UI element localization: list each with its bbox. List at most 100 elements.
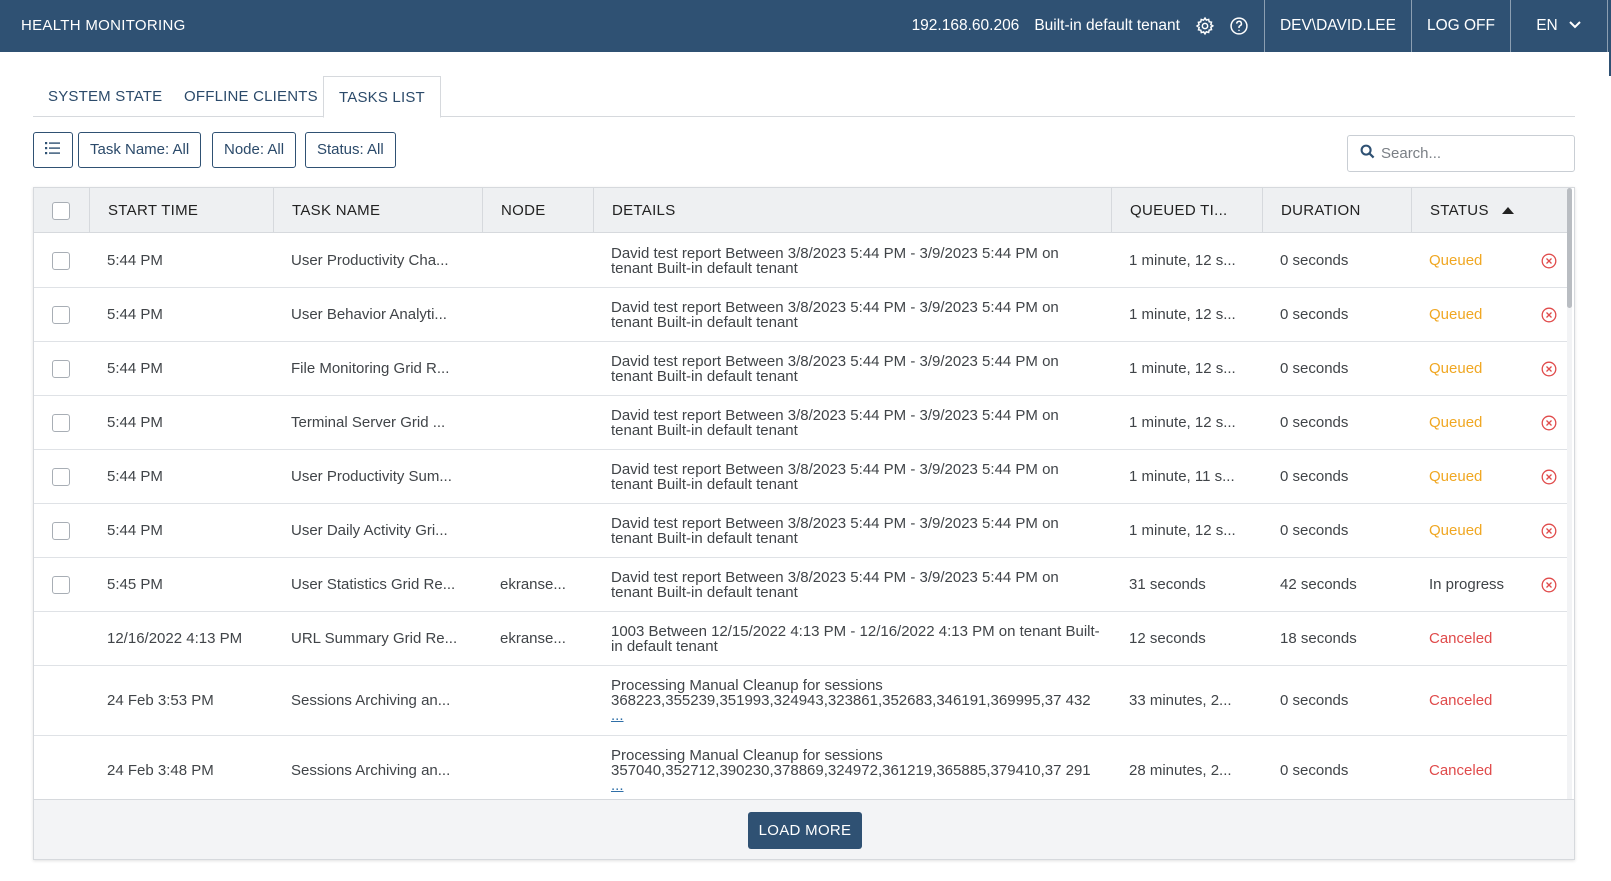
table-row[interactable]: 5:44 PM User Behavior Analyti... David tes… xyxy=(34,288,1569,342)
start-time-cell: 5:44 PM xyxy=(107,450,272,503)
queued-time-cell-text: 1 minute, 12 s... xyxy=(1129,360,1236,377)
column-chooser-button[interactable] xyxy=(33,132,73,168)
tenant-name: Built-in default tenant xyxy=(1034,17,1180,34)
status-cell: Queued xyxy=(1429,396,1539,449)
node-cell xyxy=(500,396,588,449)
duration-cell-text: 0 seconds xyxy=(1280,468,1349,485)
start-time-cell: 5:44 PM xyxy=(107,504,272,557)
app-title: HEALTH MONITORING xyxy=(21,17,186,34)
queued-time-cell-text: 1 minute, 12 s... xyxy=(1129,414,1236,431)
node-cell xyxy=(500,288,588,341)
logoff-button[interactable]: LOG OFF xyxy=(1412,0,1510,52)
top-right-area: 192.168.60.206 Built-in default tenant D… xyxy=(912,0,1611,52)
table-row[interactable]: 5:44 PM User Productivity Sum... David tes… xyxy=(34,450,1569,504)
row-checkbox-cell xyxy=(52,342,82,395)
row-checkbox[interactable] xyxy=(52,575,70,594)
table-row[interactable]: 5:44 PM Terminal Server Grid ... David tes… xyxy=(34,396,1569,450)
tab-system-state[interactable]: SYSTEM STATE xyxy=(48,76,162,117)
status-filter[interactable]: Status: All xyxy=(305,132,396,168)
table-row[interactable]: 5:45 PM User Statistics Grid Re... ekranse… xyxy=(34,558,1569,612)
tab-tasks-list[interactable]: TASKS LIST xyxy=(323,76,441,118)
duration-cell-text: 0 seconds xyxy=(1280,306,1349,323)
node-cell: ekranse... xyxy=(500,612,588,665)
language-label: EN xyxy=(1536,17,1558,34)
node-cell xyxy=(500,342,588,395)
row-checkbox[interactable] xyxy=(52,467,70,486)
column-queued-time[interactable]: QUEUED TI... xyxy=(1111,188,1262,233)
queued-time-cell: 1 minute, 12 s... xyxy=(1129,504,1257,557)
table-row[interactable]: 5:44 PM File Monitoring Grid R... David te… xyxy=(34,342,1569,396)
cancel-task-icon[interactable] xyxy=(1541,342,1559,395)
status-cell-text: Queued xyxy=(1429,252,1483,269)
row-checkbox[interactable] xyxy=(52,251,70,270)
cancel-task-icon[interactable] xyxy=(1541,234,1559,287)
help-icon[interactable] xyxy=(1228,15,1250,37)
task-name-cell: User Productivity Sum... xyxy=(291,450,476,503)
start-time-cell-text: 5:44 PM xyxy=(107,360,163,377)
details-text: Processing Manual Cleanup for sessions 3… xyxy=(611,678,1101,723)
start-time-cell: 5:44 PM xyxy=(107,396,272,449)
cancel-task-icon[interactable] xyxy=(1541,396,1559,449)
status-cell: In progress xyxy=(1429,558,1539,611)
status-cell-text: Queued xyxy=(1429,522,1483,539)
scrollbar-thumb[interactable] xyxy=(1567,188,1572,308)
duration-cell-text: 42 seconds xyxy=(1280,576,1357,593)
column-node[interactable]: NODE xyxy=(482,188,593,233)
queued-time-cell-text: 31 seconds xyxy=(1129,576,1206,593)
row-checkbox[interactable] xyxy=(52,413,70,432)
column-start-time[interactable]: START TIME xyxy=(89,188,273,233)
status-cell: Queued xyxy=(1429,342,1539,395)
table-header: START TIME TASK NAME NODE DETAILS QUEUED… xyxy=(34,188,1569,233)
search-input[interactable] xyxy=(1381,145,1561,162)
table-row[interactable]: 12/16/2022 4:13 PM URL Summary Grid Re...… xyxy=(34,612,1569,666)
duration-cell: 0 seconds xyxy=(1280,396,1405,449)
details-more-link[interactable]: ... xyxy=(611,707,624,724)
load-more-button[interactable]: LOAD MORE xyxy=(748,812,862,849)
row-checkbox[interactable] xyxy=(52,305,70,324)
duration-cell: 0 seconds xyxy=(1280,342,1405,395)
search-box[interactable] xyxy=(1347,135,1575,172)
details-more-link[interactable]: ... xyxy=(611,777,624,794)
start-time-cell-text: 12/16/2022 4:13 PM xyxy=(107,630,243,647)
cancel-task-icon[interactable] xyxy=(1541,504,1559,557)
row-checkbox[interactable] xyxy=(52,359,70,378)
status-cell: Queued xyxy=(1429,450,1539,503)
details-text-content: David test report Between 3/8/2023 5:44 … xyxy=(611,406,1059,439)
language-selector[interactable]: EN xyxy=(1511,0,1607,52)
row-checkbox[interactable] xyxy=(52,521,70,540)
column-task-name[interactable]: TASK NAME xyxy=(273,188,482,233)
task-name-cell: User Statistics Grid Re... xyxy=(291,558,476,611)
duration-cell-text: 18 seconds xyxy=(1280,630,1357,647)
start-time-cell-text: 5:44 PM xyxy=(107,252,163,269)
queued-time-cell: 31 seconds xyxy=(1129,558,1257,611)
column-duration[interactable]: DURATION xyxy=(1262,188,1411,233)
start-time-cell-text: 5:44 PM xyxy=(107,414,163,431)
column-status[interactable]: STATUS xyxy=(1411,188,1569,233)
cancel-task-icon[interactable] xyxy=(1541,558,1559,611)
tab-offline-clients[interactable]: OFFLINE CLIENTS xyxy=(184,76,318,117)
start-time-cell: 12/16/2022 4:13 PM xyxy=(107,612,272,665)
node-cell xyxy=(500,666,588,735)
cancel-task-icon[interactable] xyxy=(1541,450,1559,503)
vertical-scrollbar[interactable] xyxy=(1567,188,1572,800)
table-row[interactable]: 24 Feb 3:53 PM Sessions Archiving an... Pr… xyxy=(34,666,1569,736)
table-row[interactable]: 5:44 PM User Productivity Cha... David tes… xyxy=(34,234,1569,288)
duration-cell: 0 seconds xyxy=(1280,234,1405,287)
table-row[interactable]: 24 Feb 3:48 PM Sessions Archiving an... Pr… xyxy=(34,736,1569,805)
node-filter[interactable]: Node: All xyxy=(212,132,297,168)
gear-icon[interactable] xyxy=(1194,15,1216,37)
task-name-cell: User Behavior Analyti... xyxy=(291,288,476,341)
column-details[interactable]: DETAILS xyxy=(593,188,1111,233)
user-menu-button[interactable]: DEV\DAVID.LEE xyxy=(1265,0,1411,52)
column-status-label: STATUS xyxy=(1430,202,1489,219)
select-all-checkbox[interactable] xyxy=(52,201,70,220)
cancel-task-icon[interactable] xyxy=(1541,288,1559,341)
table-row[interactable]: 5:44 PM User Daily Activity Gri... David t… xyxy=(34,504,1569,558)
task-name-filter[interactable]: Task Name: All xyxy=(78,132,202,168)
status-cell-text: Queued xyxy=(1429,360,1483,377)
details-text: David test report Between 3/8/2023 5:44 … xyxy=(611,300,1101,330)
start-time-cell-text: 24 Feb 3:53 PM xyxy=(107,692,214,709)
details-cell: 1003 Between 12/15/2022 4:13 PM - 12/16/… xyxy=(611,612,1106,665)
task-name-cell-text: User Behavior Analyti... xyxy=(291,306,447,323)
details-text-content: 1003 Between 12/15/2022 4:13 PM - 12/16/… xyxy=(611,622,1100,655)
